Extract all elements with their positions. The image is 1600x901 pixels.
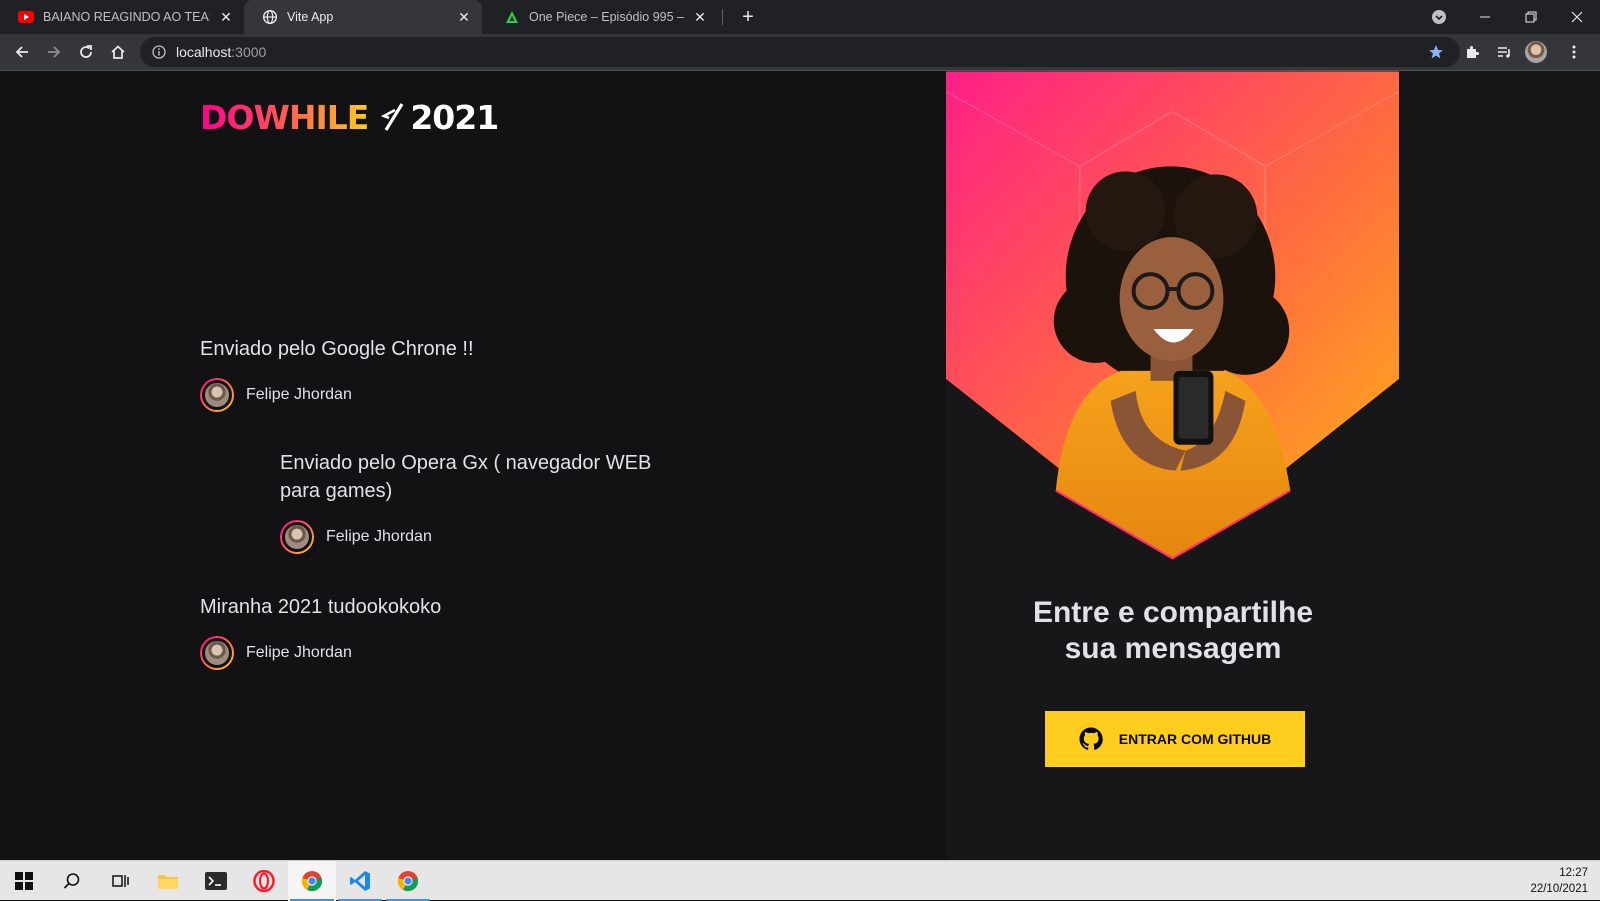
tab-title: BAIANO REAGINDO AO TEASER DE <box>43 10 210 24</box>
message-list-panel: DOWHILE 2021 Enviado pelo Google Chrone … <box>0 71 946 860</box>
avatar <box>200 378 234 412</box>
forward-button[interactable] <box>40 38 68 66</box>
windows-taskbar: 12:27 22/10/2021 <box>0 860 1600 901</box>
logo-word: DOWHILE <box>200 97 369 137</box>
message-content-text: Enviado pelo Opera Gx ( navegador WEB pa… <box>280 452 652 502</box>
taskbar-search-button[interactable] <box>48 861 96 901</box>
reload-button[interactable] <box>72 38 100 66</box>
tab-youtube[interactable]: BAIANO REAGINDO AO TEASER DE ✕ <box>0 0 244 34</box>
start-button[interactable] <box>0 861 48 901</box>
message-content: Enviado pelo Opera Gx ( navegador WEB pa… <box>280 449 690 505</box>
taskbar-file-explorer[interactable] <box>144 861 192 901</box>
vscode-icon <box>350 871 370 891</box>
user-name: Felipe Jhordan <box>246 644 352 661</box>
terminal-icon <box>205 872 227 890</box>
profile-avatar[interactable] <box>1522 38 1550 66</box>
home-button[interactable] <box>104 38 132 66</box>
taskbar-chrome[interactable] <box>288 861 336 901</box>
url-text: localhost:3000 <box>176 44 266 60</box>
task-view-icon <box>112 875 129 887</box>
tab-search-button[interactable] <box>1416 0 1462 34</box>
reload-icon <box>80 45 92 58</box>
windows-logo-icon <box>15 872 33 890</box>
page-content: DOWHILE 2021 Enviado pelo Google Chrone … <box>0 71 1600 860</box>
url-host: localhost <box>176 44 232 60</box>
message-item: Miranha 2021 tudookokoko Felipe Jhordan <box>200 593 680 670</box>
hero-illustration <box>946 71 1400 571</box>
cta-title: Entre e compartilhe sua mensagem <box>946 595 1400 667</box>
menu-button[interactable] <box>1560 38 1588 66</box>
restore-button[interactable] <box>1508 0 1554 34</box>
bookmark-star-button[interactable] <box>1422 38 1450 66</box>
chrome-icon <box>301 871 323 892</box>
message-item: Enviado pelo Opera Gx ( navegador WEB pa… <box>280 449 690 554</box>
github-login-button[interactable]: Entrar com Github <box>1045 711 1305 767</box>
minimize-button[interactable] <box>1462 0 1508 34</box>
close-icon[interactable]: ✕ <box>218 9 234 25</box>
media-control-button[interactable] <box>1490 38 1518 66</box>
taskbar-opera-gx[interactable] <box>240 861 288 901</box>
opera-icon <box>253 870 275 892</box>
youtube-icon <box>18 9 34 25</box>
chrome-icon <box>397 871 419 892</box>
close-window-button[interactable] <box>1554 0 1600 34</box>
tab-title: Vite App <box>287 10 334 24</box>
puzzle-icon <box>1467 46 1479 58</box>
browser-toolbar: localhost:3000 <box>0 34 1600 71</box>
tab-vite-app[interactable]: Vite App ✕ <box>244 0 482 34</box>
avatar <box>200 636 234 670</box>
extensions-button[interactable] <box>1458 38 1486 66</box>
system-clock[interactable]: 12:27 22/10/2021 <box>1530 865 1588 897</box>
close-icon[interactable]: ✕ <box>456 9 472 25</box>
user-name: Felipe Jhordan <box>326 528 432 545</box>
github-icon <box>1079 727 1103 750</box>
tab-separator <box>722 9 723 25</box>
search-icon <box>63 873 80 889</box>
folder-icon <box>158 875 178 889</box>
cta-line-1: Entre e compartilhe <box>1032 596 1314 629</box>
logo-year: 2021 <box>410 97 499 137</box>
globe-icon <box>262 9 278 25</box>
logo-slash-icon <box>381 103 404 131</box>
avatar <box>280 520 314 554</box>
anime-site-icon <box>504 9 520 25</box>
new-tab-button[interactable]: + <box>736 5 760 29</box>
taskbar-vscode[interactable] <box>336 861 384 901</box>
avatar <box>1525 41 1547 63</box>
clock-date: 22/10/2021 <box>1530 883 1588 895</box>
dowhile-logo: DOWHILE 2021 <box>200 97 499 137</box>
arrow-right-icon <box>48 46 61 58</box>
playlist-icon <box>1498 47 1510 58</box>
info-icon <box>152 45 166 59</box>
address-bar[interactable]: localhost:3000 <box>140 37 1460 67</box>
message-content: Enviado pelo Google Chrone !! <box>200 338 474 360</box>
message-user: Felipe Jhordan <box>200 636 680 670</box>
message-user: Felipe Jhordan <box>280 520 690 554</box>
home-icon <box>111 45 125 59</box>
github-button-label: Entrar com Github <box>1118 731 1272 747</box>
kebab-menu-icon <box>1572 45 1576 59</box>
user-name: Felipe Jhordan <box>246 386 352 403</box>
message-user: Felipe Jhordan <box>200 378 680 412</box>
chevron-down-icon <box>1432 10 1446 24</box>
url-port: :3000 <box>231 44 267 60</box>
tab-title: One Piece – Episódio 995 – Invasão <box>529 10 684 24</box>
tab-one-piece[interactable]: One Piece – Episódio 995 – Invasão ✕ <box>486 0 718 34</box>
clock-time: 12:27 <box>1559 867 1588 879</box>
taskbar-terminal[interactable] <box>192 861 240 901</box>
message-content: Miranha 2021 tudookokoko <box>200 596 442 618</box>
browser-tab-bar: BAIANO REAGINDO AO TEASER DE ✕ Vite App … <box>0 0 1600 34</box>
star-icon <box>1429 45 1443 59</box>
message-item: Enviado pelo Google Chrone !! Felipe Jho… <box>200 335 680 412</box>
arrow-left-icon <box>15 46 28 58</box>
taskbar-chrome-2[interactable] <box>384 861 432 901</box>
cta-line-2: sua mensagem <box>1064 632 1282 665</box>
task-view-button[interactable] <box>96 861 144 901</box>
close-icon[interactable]: ✕ <box>692 9 708 25</box>
back-button[interactable] <box>8 38 36 66</box>
